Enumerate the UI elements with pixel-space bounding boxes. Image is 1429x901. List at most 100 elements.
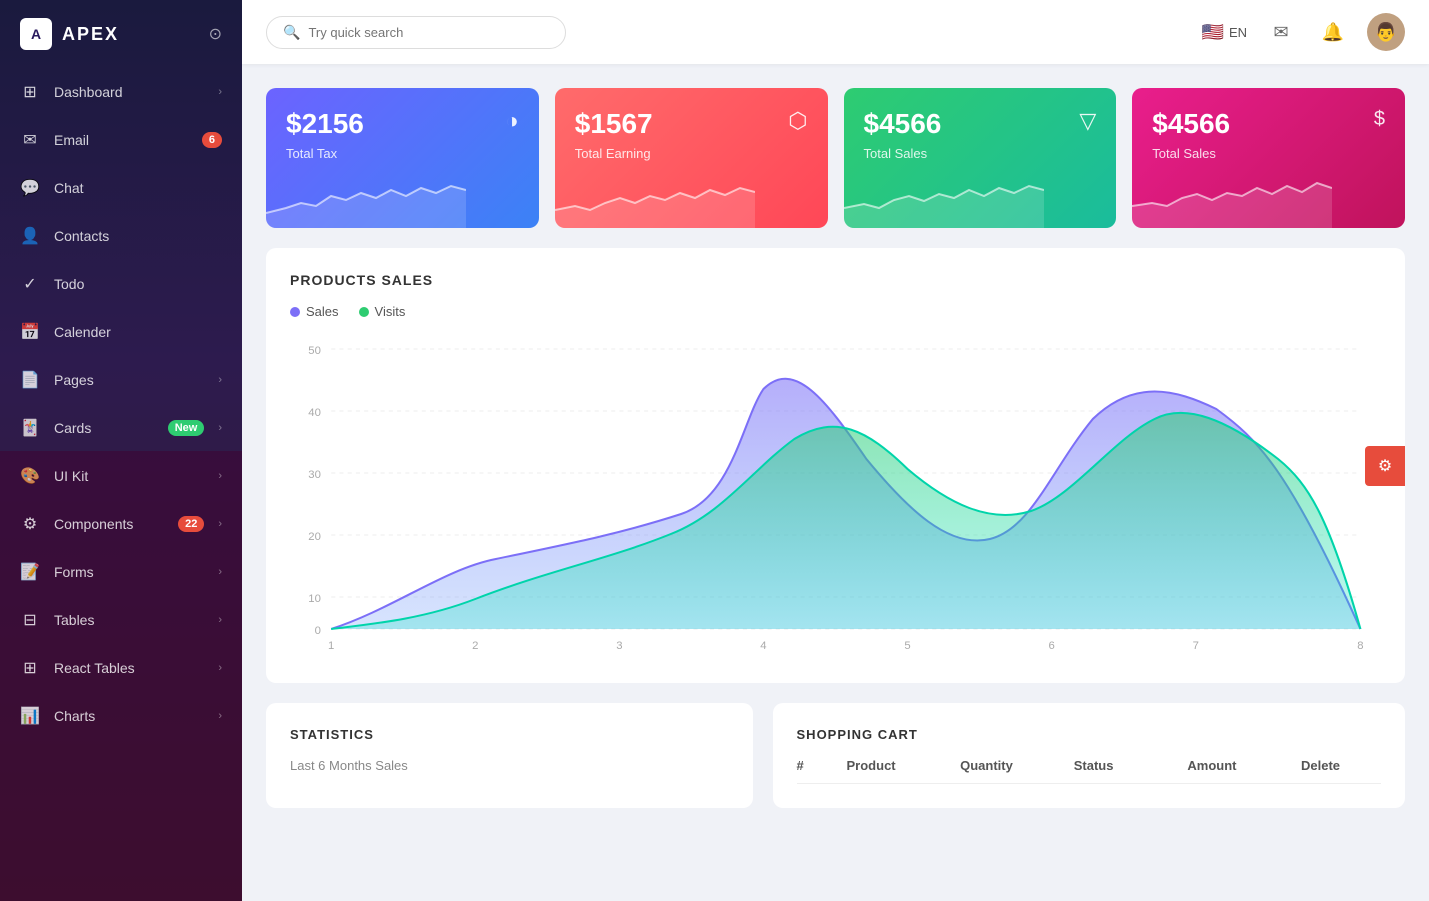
nav-icon-charts: 📊 bbox=[20, 706, 40, 726]
search-box[interactable]: 🔍 bbox=[266, 16, 566, 49]
stat-card-sales-green: $4566 ▽ Total Sales bbox=[844, 88, 1117, 228]
stat-icon-earning: ⬡ bbox=[788, 108, 807, 134]
nav-icon-tables: ⊟ bbox=[20, 610, 40, 630]
header: 🔍 🇺🇸 EN ✉ 🔔 👨 bbox=[242, 0, 1429, 64]
app-name: APEX bbox=[62, 24, 119, 45]
svg-text:1: 1 bbox=[328, 640, 334, 652]
nav-icon-ui-kit: 🎨 bbox=[20, 466, 40, 486]
sidebar-item-cards[interactable]: 🃏 Cards New › bbox=[0, 404, 242, 452]
nav-icon-cards: 🃏 bbox=[20, 418, 40, 438]
avatar[interactable]: 👨 bbox=[1367, 13, 1405, 51]
nav-icon-calender: 📅 bbox=[20, 322, 40, 342]
statistics-title: STATISTICS bbox=[290, 727, 729, 742]
legend-visits: Visits bbox=[359, 304, 406, 319]
svg-text:4: 4 bbox=[760, 640, 766, 652]
nav-label-forms: Forms bbox=[54, 564, 204, 580]
sidebar-item-ui-kit[interactable]: 🎨 UI Kit › bbox=[0, 452, 242, 500]
nav-icon-forms: 📝 bbox=[20, 562, 40, 582]
nav-arrow-cards: › bbox=[218, 422, 222, 434]
logo-icon: A bbox=[20, 18, 52, 50]
stat-value-sales-green: $4566 bbox=[864, 108, 942, 140]
mail-button[interactable]: ✉ bbox=[1263, 14, 1299, 50]
statistics-card: STATISTICS Last 6 Months Sales bbox=[266, 703, 753, 808]
stat-icon-tax: ◑ bbox=[505, 108, 518, 134]
col-status: Status bbox=[1074, 758, 1188, 773]
chart-title: PRODUCTS SALES bbox=[290, 272, 1381, 288]
nav-arrow-charts: › bbox=[218, 710, 222, 722]
language-button[interactable]: 🇺🇸 EN bbox=[1202, 22, 1247, 43]
sidebar-item-forms[interactable]: 📝 Forms › bbox=[0, 548, 242, 596]
nav-arrow-ui-kit: › bbox=[218, 470, 222, 482]
sidebar-item-charts[interactable]: 📊 Charts › bbox=[0, 692, 242, 740]
stat-card-sales-pink: $4566 $ Total Sales bbox=[1132, 88, 1405, 228]
nav-label-charts: Charts bbox=[54, 708, 204, 724]
nav-arrow-tables: › bbox=[218, 614, 222, 626]
stat-value-sales-pink: $4566 bbox=[1152, 108, 1230, 140]
sidebar-item-calender[interactable]: 📅 Calender bbox=[0, 308, 242, 356]
nav-label-components: Components bbox=[54, 516, 164, 532]
cart-table-header: # Product Quantity Status Amount Delete bbox=[797, 758, 1381, 784]
sidebar-item-todo[interactable]: ✓ Todo bbox=[0, 260, 242, 308]
sidebar-item-contacts[interactable]: 👤 Contacts bbox=[0, 212, 242, 260]
main-area: 🔍 🇺🇸 EN ✉ 🔔 👨 $2156 ◑ Total Tax bbox=[242, 0, 1429, 901]
sidebar-item-components[interactable]: ⚙ Components 22 › bbox=[0, 500, 242, 548]
nav-icon-react-tables: ⊞ bbox=[20, 658, 40, 678]
cart-title: SHOPPING CART bbox=[797, 727, 1381, 742]
notifications-button[interactable]: 🔔 bbox=[1315, 14, 1351, 50]
svg-text:10: 10 bbox=[308, 593, 321, 605]
sidebar-toggle-icon[interactable]: ⊙ bbox=[209, 24, 222, 44]
nav-label-tables: Tables bbox=[54, 612, 204, 628]
sidebar-item-pages[interactable]: 📄 Pages › bbox=[0, 356, 242, 404]
svg-text:5: 5 bbox=[904, 640, 910, 652]
sidebar-item-dashboard[interactable]: ⊞ Dashboard › bbox=[0, 68, 242, 116]
nav-icon-components: ⚙ bbox=[20, 514, 40, 534]
svg-text:2: 2 bbox=[472, 640, 478, 652]
nav-label-contacts: Contacts bbox=[54, 228, 222, 244]
legend-label-sales: Sales bbox=[306, 304, 339, 319]
nav-icon-dashboard: ⊞ bbox=[20, 82, 40, 102]
sidebar-item-react-tables[interactable]: ⊞ React Tables › bbox=[0, 644, 242, 692]
bottom-section: STATISTICS Last 6 Months Sales SHOPPING … bbox=[266, 703, 1405, 808]
sidebar: A APEX ⊙ ⊞ Dashboard › ✉ Email 6 💬 Chat … bbox=[0, 0, 242, 901]
nav-label-ui-kit: UI Kit bbox=[54, 468, 204, 484]
svg-text:50: 50 bbox=[308, 345, 321, 357]
svg-text:20: 20 bbox=[308, 531, 321, 543]
nav-label-react-tables: React Tables bbox=[54, 660, 204, 676]
stat-label-sales-pink: Total Sales bbox=[1152, 146, 1385, 161]
nav-icon-pages: 📄 bbox=[20, 370, 40, 390]
badge-cards: New bbox=[168, 420, 205, 436]
svg-text:30: 30 bbox=[308, 469, 321, 481]
stat-cards-grid: $2156 ◑ Total Tax $1567 ⬡ Total Earning bbox=[266, 88, 1405, 228]
stat-value-tax: $2156 bbox=[286, 108, 364, 140]
nav-label-todo: Todo bbox=[54, 276, 222, 292]
badge-email: 6 bbox=[202, 132, 222, 148]
language-label: EN bbox=[1229, 25, 1247, 40]
legend-dot-visits bbox=[359, 307, 369, 317]
stat-label-earning: Total Earning bbox=[575, 146, 808, 161]
badge-components: 22 bbox=[178, 516, 204, 532]
nav-arrow-components: › bbox=[218, 518, 222, 530]
nav-icon-email: ✉ bbox=[20, 130, 40, 150]
sidebar-item-chat[interactable]: 💬 Chat bbox=[0, 164, 242, 212]
col-product: Product bbox=[847, 758, 961, 773]
col-amount: Amount bbox=[1187, 758, 1301, 773]
nav-arrow-dashboard: › bbox=[218, 86, 222, 98]
sidebar-item-tables[interactable]: ⊟ Tables › bbox=[0, 596, 242, 644]
svg-text:0: 0 bbox=[315, 625, 321, 637]
search-icon: 🔍 bbox=[283, 24, 300, 41]
chart-container: 0 10 20 30 40 50 1 2 3 4 5 6 7 8 bbox=[290, 339, 1381, 659]
search-input[interactable] bbox=[308, 25, 549, 40]
stat-card-earning: $1567 ⬡ Total Earning bbox=[555, 88, 828, 228]
settings-fab[interactable]: ⚙ bbox=[1365, 446, 1405, 486]
nav-arrow-react-tables: › bbox=[218, 662, 222, 674]
col-delete: Delete bbox=[1301, 758, 1381, 773]
content-area: $2156 ◑ Total Tax $1567 ⬡ Total Earning bbox=[242, 64, 1429, 901]
svg-text:7: 7 bbox=[1193, 640, 1199, 652]
svg-text:6: 6 bbox=[1048, 640, 1054, 652]
nav-arrow-forms: › bbox=[218, 566, 222, 578]
stat-label-tax: Total Tax bbox=[286, 146, 519, 161]
sidebar-item-email[interactable]: ✉ Email 6 bbox=[0, 116, 242, 164]
stat-label-sales-green: Total Sales bbox=[864, 146, 1097, 161]
stat-icon-sales-pink: $ bbox=[1374, 108, 1385, 131]
svg-text:40: 40 bbox=[308, 407, 321, 419]
